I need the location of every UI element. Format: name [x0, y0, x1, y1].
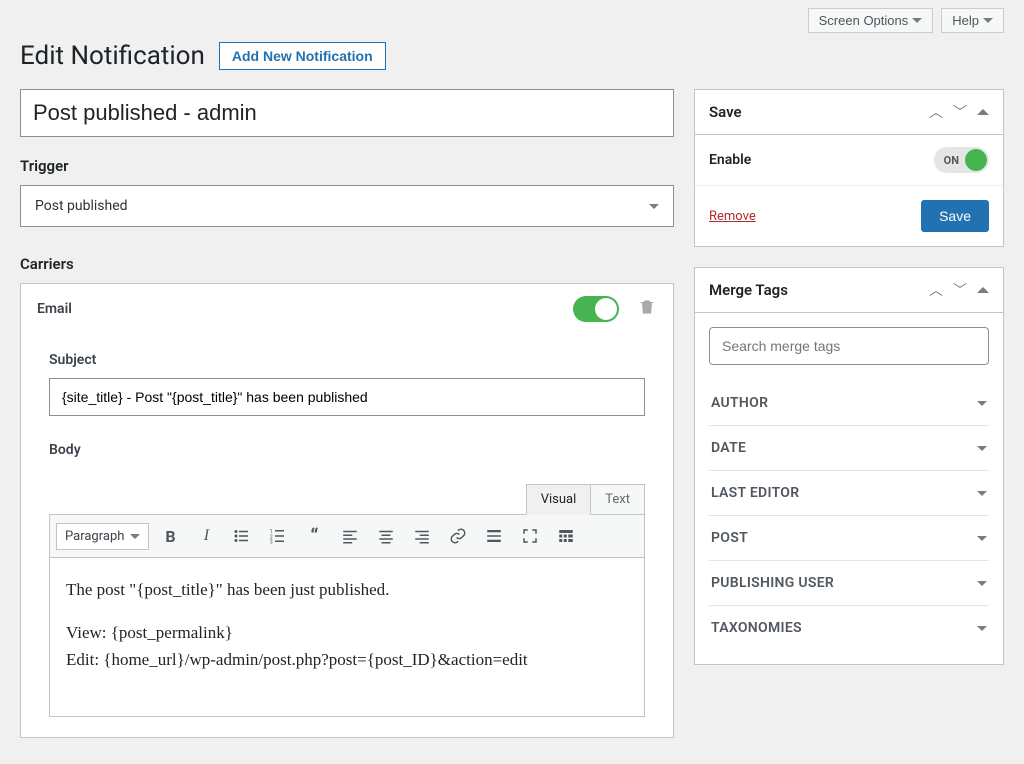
editor-tab-text[interactable]: Text — [590, 484, 645, 515]
help-label: Help — [952, 13, 979, 28]
panel-collapse-icon[interactable] — [977, 287, 989, 293]
remove-link[interactable]: Remove — [709, 209, 756, 224]
blockquote-button[interactable]: “ — [299, 521, 329, 551]
save-panel: Save ︿ ﹀ Enable ON Remove Sa — [694, 89, 1004, 247]
align-left-button[interactable] — [335, 521, 365, 551]
body-label: Body — [49, 442, 645, 458]
enable-toggle[interactable]: ON — [934, 147, 989, 173]
format-select[interactable]: Paragraph — [56, 523, 149, 550]
help-button[interactable]: Help — [941, 8, 1004, 33]
chevron-down-icon — [977, 401, 987, 406]
panel-move-up[interactable]: ︿ — [929, 102, 943, 122]
toggle-knob — [595, 298, 617, 320]
merge-tag-group-name: DATE — [711, 440, 746, 456]
bold-button[interactable]: B — [155, 521, 185, 551]
merge-tag-group[interactable]: PUBLISHING USER — [709, 561, 989, 606]
enable-label: Enable — [709, 152, 751, 168]
screen-options-button[interactable]: Screen Options — [808, 8, 934, 33]
panel-collapse-icon[interactable] — [977, 109, 989, 115]
bullet-list-button[interactable] — [227, 521, 257, 551]
chevron-down-icon — [912, 18, 922, 23]
carrier-email-panel: Email Subject Body Vis — [20, 283, 674, 738]
notification-title-input[interactable] — [20, 89, 674, 137]
chevron-down-icon — [649, 204, 659, 209]
trash-icon[interactable] — [637, 297, 657, 321]
format-select-label: Paragraph — [65, 529, 124, 544]
chevron-down-icon — [977, 446, 987, 451]
panel-move-down[interactable]: ﹀ — [953, 280, 967, 300]
merge-tag-group-name: TAXONOMIES — [711, 620, 802, 636]
merge-tag-group-name: LAST EDITOR — [711, 485, 799, 501]
save-button[interactable]: Save — [921, 200, 989, 232]
trigger-select[interactable]: Post published — [20, 185, 674, 227]
trigger-heading: Trigger — [20, 157, 674, 175]
link-button[interactable] — [443, 521, 473, 551]
subject-label: Subject — [49, 352, 645, 368]
toggle-knob — [965, 149, 987, 171]
panel-move-up[interactable]: ︿ — [929, 280, 943, 300]
trigger-selected: Post published — [35, 198, 128, 214]
carrier-name: Email — [37, 301, 72, 317]
screen-options-label: Screen Options — [819, 13, 909, 28]
chevron-down-icon — [130, 534, 140, 539]
chevron-down-icon — [977, 581, 987, 586]
chevron-down-icon — [977, 626, 987, 631]
merge-tag-group-name: POST — [711, 530, 748, 546]
chevron-down-icon — [977, 536, 987, 541]
numbered-list-button[interactable]: 123 — [263, 521, 293, 551]
merge-tags-title: Merge Tags — [709, 281, 788, 299]
subject-input[interactable] — [49, 378, 645, 416]
carriers-heading: Carriers — [20, 255, 674, 273]
merge-tag-group[interactable]: TAXONOMIES — [709, 606, 989, 650]
add-new-notification-button[interactable]: Add New Notification — [219, 42, 386, 70]
merge-tag-group[interactable]: LAST EDITOR — [709, 471, 989, 516]
body-editor[interactable]: The post "{post_title}" has been just pu… — [49, 557, 645, 717]
body-line: Edit: {home_url}/wp-admin/post.php?post=… — [66, 650, 528, 669]
merge-tag-group[interactable]: AUTHOR — [709, 381, 989, 426]
carrier-enable-toggle[interactable] — [573, 296, 619, 322]
merge-tag-group[interactable]: DATE — [709, 426, 989, 471]
editor-tab-visual[interactable]: Visual — [526, 484, 592, 515]
chevron-down-icon — [983, 18, 993, 23]
fullscreen-button[interactable] — [515, 521, 545, 551]
merge-tag-group-name: PUBLISHING USER — [711, 575, 834, 591]
body-line: The post "{post_title}" has been just pu… — [66, 576, 628, 603]
editor-toolbar: Paragraph B I 123 “ — [49, 514, 645, 557]
italic-button[interactable]: I — [191, 521, 221, 551]
read-more-button[interactable] — [479, 521, 509, 551]
toolbar-toggle-button[interactable] — [551, 521, 581, 551]
svg-text:3: 3 — [270, 540, 273, 546]
chevron-down-icon — [977, 491, 987, 496]
merge-tags-panel: Merge Tags ︿ ﹀ AUTHOR DATE — [694, 267, 1004, 665]
body-line: View: {post_permalink} — [66, 623, 233, 642]
align-right-button[interactable] — [407, 521, 437, 551]
save-panel-title: Save — [709, 103, 742, 121]
enable-toggle-text: ON — [944, 154, 959, 167]
merge-tag-group[interactable]: POST — [709, 516, 989, 561]
align-center-button[interactable] — [371, 521, 401, 551]
merge-tags-search-input[interactable] — [709, 327, 989, 365]
page-title: Edit Notification — [20, 41, 205, 71]
panel-move-down[interactable]: ﹀ — [953, 102, 967, 122]
merge-tag-group-name: AUTHOR — [711, 395, 768, 411]
